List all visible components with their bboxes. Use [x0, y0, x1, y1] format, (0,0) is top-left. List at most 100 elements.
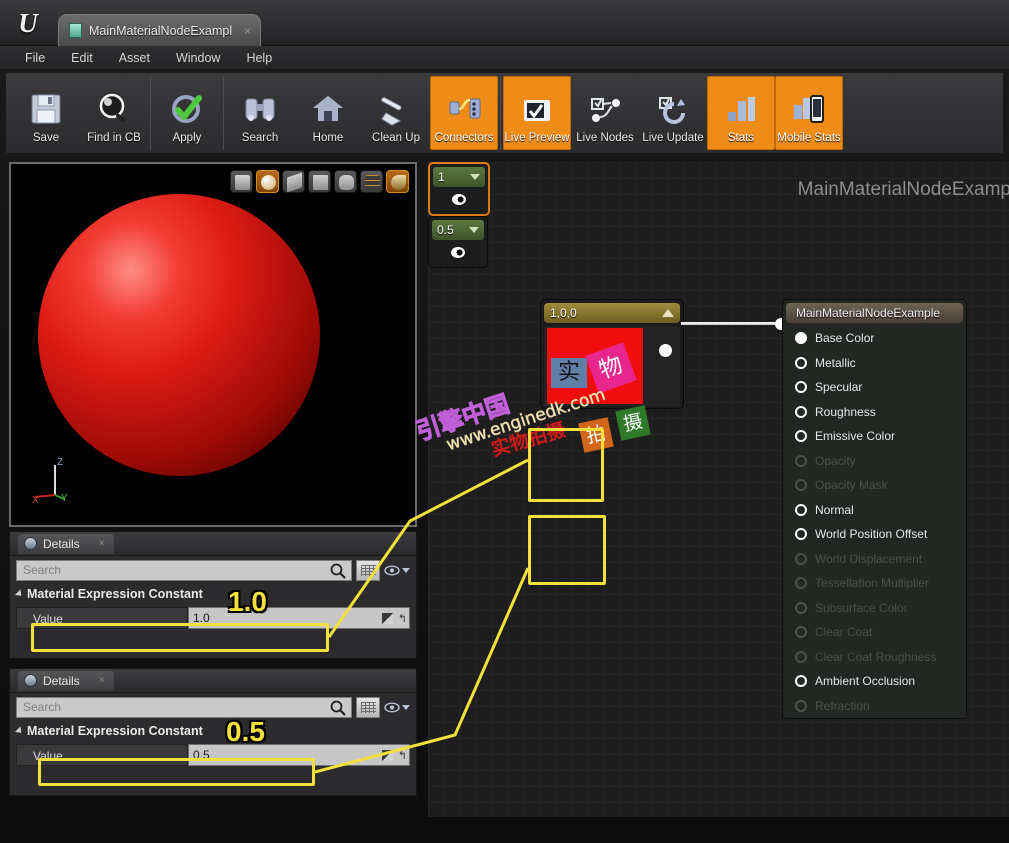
menu-item-file[interactable]: File [12, 49, 58, 67]
material-pin-row[interactable]: Subsurface Color [783, 596, 966, 621]
material-pin-roughness[interactable] [795, 406, 807, 418]
material-output-node[interactable]: MainMaterialNodeExample Base ColorMetall… [782, 299, 967, 719]
teapot-preview-icon[interactable] [334, 170, 357, 193]
material-pin-clear-coat-roughness[interactable] [795, 651, 807, 663]
menu-item-window[interactable]: Window [163, 49, 233, 67]
material-pin-normal[interactable] [795, 504, 807, 516]
details-category-1[interactable]: Material Expression Constant [10, 584, 416, 604]
material-pin-row[interactable]: Metallic [783, 351, 966, 376]
live-update-label: Live Update [642, 132, 703, 144]
material-preview-viewport[interactable]: Z Y X [9, 162, 417, 527]
grid-toggle-icon[interactable] [360, 170, 383, 193]
material-pin-row[interactable]: Tessellation Multiplier [783, 571, 966, 596]
material-pin-emissive-color[interactable] [795, 430, 807, 442]
constant-node-2[interactable]: 0.5 [428, 216, 488, 268]
preview-sphere [38, 194, 320, 476]
material-pin-label: World Displacement [815, 552, 922, 566]
material-pin-clear-coat[interactable] [795, 626, 807, 638]
search-input[interactable]: Search [16, 560, 352, 581]
home-button[interactable]: Home [294, 76, 362, 150]
material-pin-subsurface-color[interactable] [795, 602, 807, 614]
details-search-row-2: Search [10, 693, 416, 721]
material-pin-base-color[interactable] [795, 332, 807, 344]
material-pin-row[interactable]: Opacity Mask [783, 473, 966, 498]
material-pin-tessellation-multiplier[interactable] [795, 577, 807, 589]
grid-view-icon[interactable] [356, 560, 380, 581]
clean-up-button[interactable]: Clean Up [362, 76, 430, 150]
toolbar-group-live: Live Preview Live Nodes [501, 76, 845, 150]
material-pin-row[interactable]: Opacity [783, 449, 966, 474]
material-pin-specular[interactable] [795, 381, 807, 393]
triangle-up-icon[interactable] [662, 309, 674, 317]
material-pin-row[interactable]: Specular [783, 375, 966, 400]
material-pin-row[interactable]: Refraction [783, 694, 966, 719]
live-update-button[interactable]: Live Update [639, 76, 707, 150]
details-category-2[interactable]: Material Expression Constant [10, 721, 416, 741]
reset-icon[interactable]: ↰ [398, 612, 407, 625]
material-pin-ambient-occlusion[interactable] [795, 675, 807, 687]
material-pin-row[interactable]: World Displacement [783, 547, 966, 572]
asset-tab[interactable]: MainMaterialNodeExampl × [58, 14, 261, 46]
menu-item-help[interactable]: Help [233, 49, 285, 67]
material-pin-row[interactable]: Clear Coat [783, 620, 966, 645]
save-button[interactable]: Save [12, 76, 80, 150]
search-button[interactable]: Search [226, 76, 294, 150]
material-pin-row[interactable]: Clear Coat Roughness [783, 645, 966, 670]
spinner-icon[interactable] [382, 613, 393, 624]
material-pin-opacity-mask[interactable] [795, 479, 807, 491]
paint-bucket-icon[interactable] [386, 170, 409, 193]
material-pin-row[interactable]: World Position Offset [783, 522, 966, 547]
connectors-button[interactable]: Connectors [430, 76, 498, 150]
menu-item-asset[interactable]: Asset [106, 49, 163, 67]
constant-output-pin[interactable] [452, 194, 466, 205]
property-value-input-1[interactable]: 1.0 ↰ [188, 607, 410, 629]
sphere-preview-icon[interactable] [256, 170, 279, 193]
material-pin-row[interactable]: Ambient Occlusion [783, 669, 966, 694]
material-pin-row[interactable]: Normal [783, 498, 966, 523]
live-preview-button[interactable]: Live Preview [503, 76, 571, 150]
chevron-down-icon[interactable] [402, 705, 410, 710]
close-icon[interactable]: × [99, 538, 105, 549]
material-pin-row[interactable]: Roughness [783, 400, 966, 425]
cylinder-preview-icon[interactable] [230, 170, 253, 193]
find-in-cb-button[interactable]: Find in CB [80, 76, 148, 150]
tab-details-1[interactable]: Details × [18, 534, 114, 554]
chevron-down-icon[interactable] [470, 174, 480, 180]
constant-node-1[interactable]: 1 [428, 162, 490, 216]
grid-view-icon[interactable] [356, 697, 380, 718]
material-pin-world-position-offset[interactable] [795, 528, 807, 540]
spinner-icon[interactable] [382, 750, 393, 761]
material-pin-label: Subsurface Color [815, 601, 908, 615]
live-nodes-button[interactable]: Live Nodes [571, 76, 639, 150]
texture-sample-node[interactable]: 1,0,0 实 物 [540, 299, 684, 409]
plane-preview-icon[interactable] [282, 170, 305, 193]
close-icon[interactable]: × [99, 675, 105, 686]
details-category-label-1: Material Expression Constant [27, 587, 203, 601]
material-pin-world-displacement[interactable] [795, 553, 807, 565]
constant-node-1-pin-row [430, 187, 488, 211]
close-icon[interactable]: × [244, 24, 251, 38]
chevron-down-icon[interactable] [469, 227, 479, 233]
menu-item-edit[interactable]: Edit [58, 49, 106, 67]
apply-button[interactable]: Apply [153, 76, 221, 150]
material-pin-metallic[interactable] [795, 357, 807, 369]
tab-details-2[interactable]: Details × [18, 671, 114, 691]
material-pin-label: Refraction [815, 699, 870, 713]
property-value-input-2[interactable]: 0.5 ↰ [188, 744, 410, 766]
material-pin-opacity[interactable] [795, 455, 807, 467]
stats-button[interactable]: Stats [707, 76, 775, 150]
material-pin-refraction[interactable] [795, 700, 807, 712]
material-node-graph[interactable]: MainMaterialNodeExamp 1,0,0 实 物 1 0.5 [428, 162, 1009, 817]
material-pin-row[interactable]: Emissive Color [783, 424, 966, 449]
chevron-down-icon[interactable] [402, 568, 410, 573]
mobile-stats-button[interactable]: Mobile Stats [775, 76, 843, 150]
material-pin-label: Specular [815, 380, 862, 394]
cube-preview-icon[interactable] [308, 170, 331, 193]
material-pin-row[interactable]: Base Color [783, 326, 966, 351]
reset-icon[interactable]: ↰ [398, 749, 407, 762]
constant-output-pin[interactable] [451, 247, 465, 258]
eye-icon[interactable] [384, 702, 410, 713]
eye-icon[interactable] [384, 565, 410, 576]
texture-output-pin[interactable] [659, 344, 672, 357]
search-input[interactable]: Search [16, 697, 352, 718]
